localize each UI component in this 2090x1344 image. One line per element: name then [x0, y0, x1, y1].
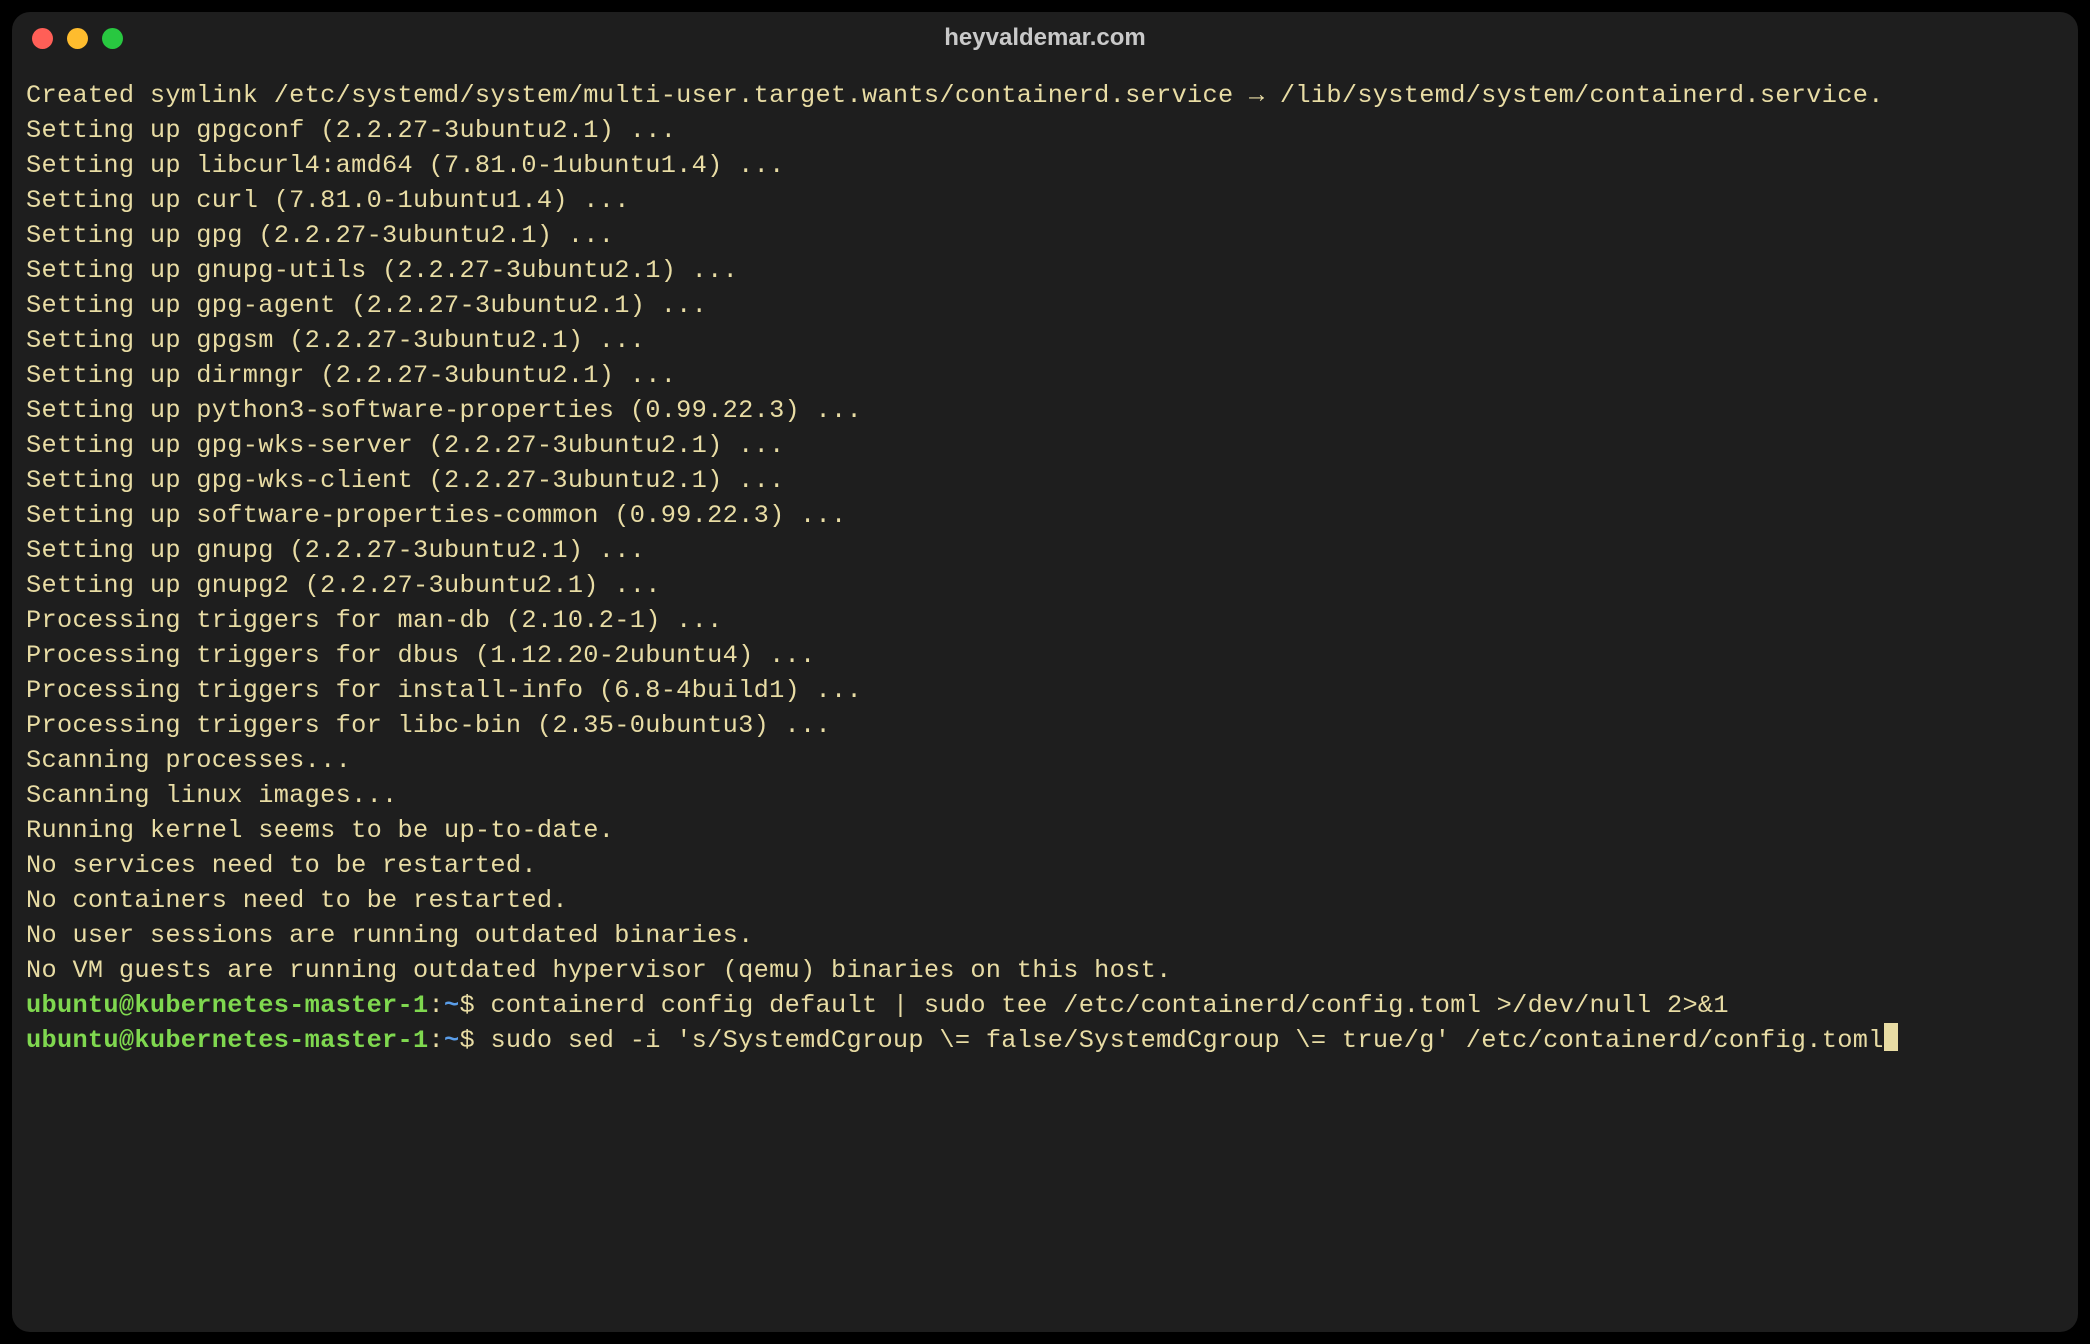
- output-line: Setting up software-properties-common (0…: [26, 498, 2064, 533]
- prompt-line[interactable]: ubuntu@kubernetes-master-1:~$ sudo sed -…: [26, 1023, 2064, 1058]
- output-line: Setting up gpg-agent (2.2.27-3ubuntu2.1)…: [26, 288, 2064, 323]
- window-title: heyvaldemar.com: [12, 24, 2078, 52]
- output-line: No user sessions are running outdated bi…: [26, 918, 2064, 953]
- maximize-icon[interactable]: [102, 28, 123, 49]
- output-line: Setting up dirmngr (2.2.27-3ubuntu2.1) .…: [26, 358, 2064, 393]
- command-text: containerd config default | sudo tee /et…: [490, 991, 1728, 1020]
- prompt-userhost: ubuntu@kubernetes-master-1: [26, 991, 429, 1020]
- prompt-sep: :: [429, 991, 444, 1020]
- output-line: Processing triggers for install-info (6.…: [26, 673, 2064, 708]
- terminal-window: heyvaldemar.com Created symlink /etc/sys…: [12, 12, 2078, 1332]
- minimize-icon[interactable]: [67, 28, 88, 49]
- output-line: No containers need to be restarted.: [26, 883, 2064, 918]
- output-line: Setting up gpgsm (2.2.27-3ubuntu2.1) ...: [26, 323, 2064, 358]
- output-line: Running kernel seems to be up-to-date.: [26, 813, 2064, 848]
- output-line: Setting up gpg-wks-client (2.2.27-3ubunt…: [26, 463, 2064, 498]
- output-line: Setting up libcurl4:amd64 (7.81.0-1ubunt…: [26, 148, 2064, 183]
- command-input[interactable]: sudo sed -i 's/SystemdCgroup \= false/Sy…: [490, 1026, 1883, 1055]
- titlebar: heyvaldemar.com: [12, 12, 2078, 64]
- output-line: Setting up gnupg2 (2.2.27-3ubuntu2.1) ..…: [26, 568, 2064, 603]
- prompt-userhost: ubuntu@kubernetes-master-1: [26, 1026, 429, 1055]
- output-line: Setting up gpg-wks-server (2.2.27-3ubunt…: [26, 428, 2064, 463]
- prompt-path: ~: [444, 991, 459, 1020]
- output-line: Setting up gpg (2.2.27-3ubuntu2.1) ...: [26, 218, 2064, 253]
- output-line: Setting up curl (7.81.0-1ubuntu1.4) ...: [26, 183, 2064, 218]
- prompt-path: ~: [444, 1026, 459, 1055]
- cursor-icon: [1884, 1023, 1898, 1051]
- prompt-line: ubuntu@kubernetes-master-1:~$ containerd…: [26, 988, 2064, 1023]
- output-line: Setting up gnupg (2.2.27-3ubuntu2.1) ...: [26, 533, 2064, 568]
- output-line: Created symlink /etc/systemd/system/mult…: [26, 78, 2064, 113]
- output-line: Setting up python3-software-properties (…: [26, 393, 2064, 428]
- output-line: Scanning linux images...: [26, 778, 2064, 813]
- output-line: Setting up gpgconf (2.2.27-3ubuntu2.1) .…: [26, 113, 2064, 148]
- close-icon[interactable]: [32, 28, 53, 49]
- prompt-dollar: $: [459, 991, 490, 1020]
- traffic-lights: [32, 28, 123, 49]
- output-line: Processing triggers for libc-bin (2.35-0…: [26, 708, 2064, 743]
- output-line: No VM guests are running outdated hyperv…: [26, 953, 2064, 988]
- output-line: No services need to be restarted.: [26, 848, 2064, 883]
- output-line: Scanning processes...: [26, 743, 2064, 778]
- output-line: Setting up gnupg-utils (2.2.27-3ubuntu2.…: [26, 253, 2064, 288]
- terminal-body[interactable]: Created symlink /etc/systemd/system/mult…: [12, 64, 2078, 1332]
- prompt-sep: :: [429, 1026, 444, 1055]
- prompt-dollar: $: [459, 1026, 490, 1055]
- output-line: Processing triggers for man-db (2.10.2-1…: [26, 603, 2064, 638]
- output-line: Processing triggers for dbus (1.12.20-2u…: [26, 638, 2064, 673]
